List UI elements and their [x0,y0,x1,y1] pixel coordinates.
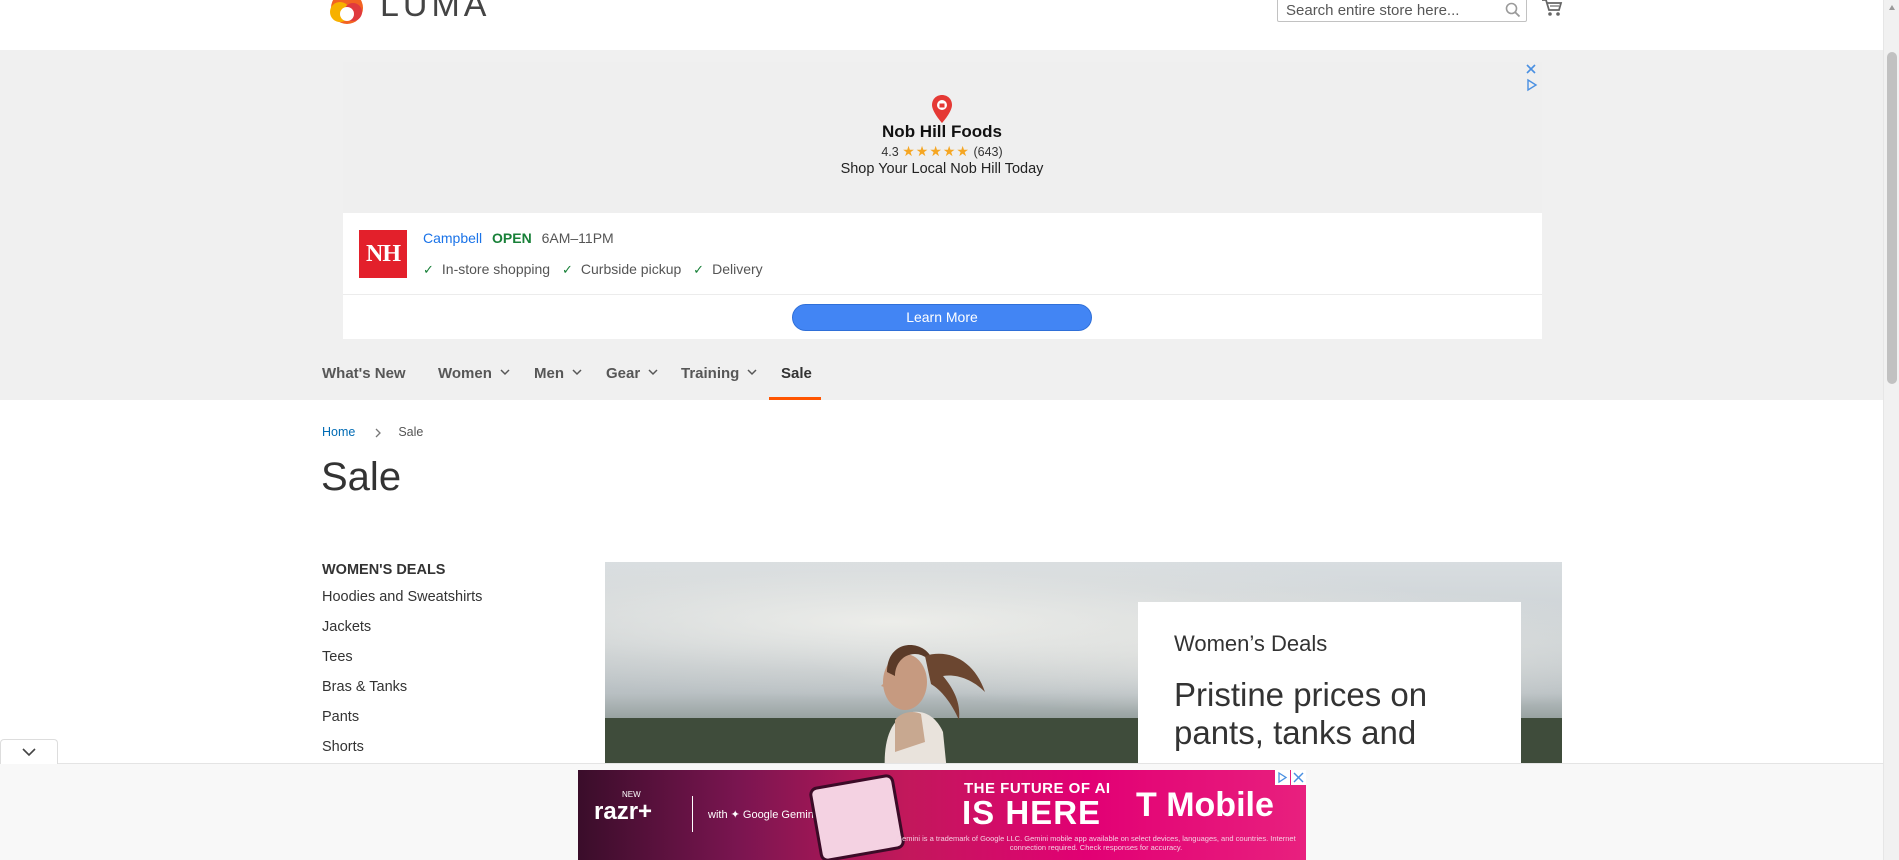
ad-rating: 4.3 ★★★★★ (643) [742,143,1142,160]
chevron-down-icon [572,369,582,376]
scrollbar-thumb[interactable] [1887,52,1897,384]
banner-partner: with ✦ Google Gemini [708,809,817,821]
banner-headline-2: IS HERE [962,794,1102,831]
nav-item-training[interactable]: Training [681,360,758,400]
breadcrumb: Home Sale [322,425,423,439]
breadcrumb-home-link[interactable]: Home [322,425,355,439]
chevron-down-icon [648,369,658,376]
ad-choices-icon[interactable] [1524,78,1538,92]
banner-fine-print: Gemini is a trademark of Google LLC. Gem… [896,834,1296,852]
ad-feature: ✓ Curbside pickup [561,261,682,277]
ad-tagline: Shop Your Local Nob Hill Today [840,161,1044,177]
luma-logo-icon[interactable] [322,0,372,24]
nav-item-gear[interactable]: Gear [606,360,659,400]
ad-feature: ✓ Delivery [693,261,763,277]
runner-woman-image [881,645,985,764]
ad-choices-icon[interactable] [1275,770,1290,785]
ad-store-name[interactable]: Nob Hill Foods [742,122,1142,142]
page-header: LUMA [0,0,1883,50]
search-input[interactable] [1286,1,1496,19]
star-rating-icon: ★★★★★ [902,143,970,159]
sidebar-item-jackets[interactable]: Jackets [322,618,482,648]
sidebar-heading: WOMEN'S DEALS [322,562,446,578]
chevron-right-icon [375,428,381,438]
ad-divider [343,294,1542,295]
sidebar-item-tees[interactable]: Tees [322,648,482,678]
ad-close-icon[interactable] [1524,62,1538,76]
nav-item-whats-new[interactable]: What's New [322,360,406,400]
scroll-up-icon[interactable] [1888,4,1896,12]
search-box[interactable] [1277,0,1527,22]
learn-more-button[interactable]: Learn More [792,304,1092,331]
sidebar-item-bras-tanks[interactable]: Bras & Tanks [322,678,482,708]
nav-item-women[interactable]: Women [438,360,511,400]
tmobile-banner-ad[interactable]: NEW razr+ with ✦ Google Gemini THE FUTURE… [578,770,1306,860]
ad-location-name[interactable]: Campbell [423,230,482,246]
sidebar: WOMEN'S DEALS Hoodies and Sweatshirts Ja… [322,562,482,768]
logo-wordmark[interactable]: LUMA [380,0,490,25]
collapse-ad-button[interactable] [0,739,58,764]
check-icon: ✓ [693,262,705,277]
check-icon: ✓ [561,262,573,277]
review-count: (643) [973,145,1003,159]
page-scrollbar[interactable] [1883,0,1899,860]
chevron-down-icon [747,369,757,376]
hero-subtitle: Women’s Deals [1174,631,1328,656]
ad-features: ✓ In-store shopping ✓ Curbside pickup ✓ Del… [423,261,771,278]
search-icon[interactable] [1504,1,1522,19]
page-title: Sale [321,455,402,499]
ad-hours: 6AM–11PM [541,230,614,246]
banner-divider [692,796,693,832]
sidebar-item-pants[interactable]: Pants [322,708,482,738]
ad-feature: ✓ In-store shopping [423,261,551,277]
chevron-down-icon [22,748,36,757]
breadcrumb-current: Sale [398,425,424,439]
tmobile-logo: T Mobile [1136,786,1274,824]
chevron-down-icon [500,369,510,376]
cart-icon[interactable] [1541,0,1563,18]
ad-location-row: Campbell OPEN 6AM–11PM [423,230,614,246]
nav-item-men[interactable]: Men [534,360,583,400]
map-pin-icon [932,95,952,123]
nob-hill-logo[interactable]: NH [359,230,407,278]
check-icon: ✓ [423,262,434,277]
rating-value: 4.3 [881,145,899,159]
razr-brand: NEW razr+ [594,790,653,825]
ad-open-status: OPEN [492,230,532,246]
sidebar-item-hoodies[interactable]: Hoodies and Sweatshirts [322,588,482,618]
phone-image [808,773,906,860]
nav-item-sale[interactable]: Sale [781,360,812,400]
hero-headline[interactable]: Pristine prices on pants, tanks and [1174,676,1504,752]
nav-active-indicator [769,397,821,400]
ad-close-icon[interactable] [1291,770,1306,785]
